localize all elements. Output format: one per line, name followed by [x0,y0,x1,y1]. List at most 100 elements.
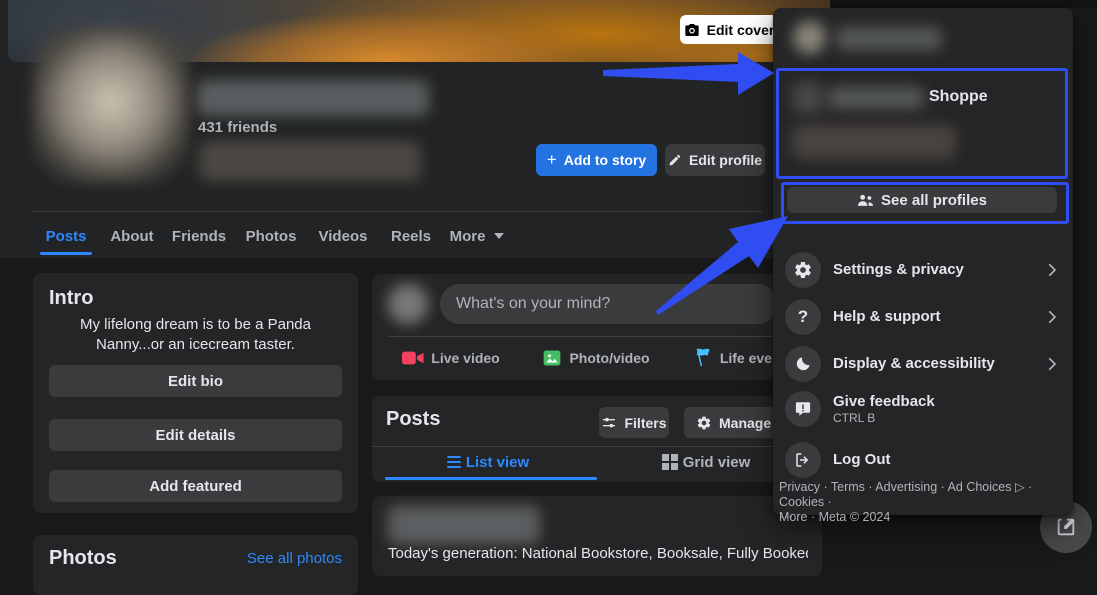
moon-icon [785,346,821,382]
legal-footer[interactable]: Privacy · Terms · Advertising · Ad Choic… [779,480,1065,525]
live-video-button[interactable]: Live video [396,344,506,372]
legal-footer-line2[interactable]: More · Meta © 2024 [779,510,1065,525]
tab-posts-underline [40,252,92,255]
gear-icon [785,252,821,288]
tab-about-label: About [110,228,153,245]
profile-row-secondary[interactable] [783,120,1061,164]
post-text: Today's generation: National Bookstore, … [388,545,808,562]
menu-item-help[interactable]: ? Help & support [773,293,1073,340]
menu-item-help-label: Help & support [833,308,1031,325]
top-right-strip [830,0,1097,8]
account-menu: Shoppe See all profiles Settings & priva… [773,8,1073,515]
tab-photos-label: Photos [246,228,297,245]
profile-picture[interactable] [33,28,189,183]
menu-item-settings[interactable]: Settings & privacy [773,246,1073,293]
tab-reels-label: Reels [391,228,431,245]
composer-card: What's on your mind? Live video Photo/vi… [372,274,822,380]
posts-toolbar-card: Posts Filters Manage List view Grid view [372,396,822,482]
status-input[interactable]: What's on your mind? [440,284,778,324]
tab-photos[interactable]: Photos [240,218,302,254]
tab-friends[interactable]: Friends [168,218,230,254]
secondary-profile-redacted [792,125,956,159]
filters-icon [601,415,617,431]
menu-item-display-label: Display & accessibility [833,355,1031,372]
intro-title: Intro [49,287,93,310]
question-glyph: ? [798,307,808,327]
chevron-down-icon [494,233,504,239]
add-featured-button[interactable]: Add featured [49,470,342,502]
see-all-profiles-button[interactable]: See all profiles [787,187,1057,213]
edit-details-button[interactable]: Edit details [49,419,342,451]
header-divider [33,211,762,212]
tab-friends-label: Friends [172,228,226,245]
list-view-icon [447,456,461,468]
tab-list-view[interactable]: List view [382,447,594,477]
friend-avatars-redacted [199,141,421,181]
photo-video-button[interactable]: Photo/video [534,344,658,372]
plus-icon: + [547,150,557,170]
tab-reels[interactable]: Reels [384,218,438,254]
filters-label: Filters [624,415,666,431]
status-placeholder: What's on your mind? [456,295,610,313]
edit-profile-label: Edit profile [689,152,762,168]
edit-details-label: Edit details [155,427,235,444]
photos-card: Photos See all photos [33,535,358,595]
live-video-icon [402,349,424,367]
logout-icon [785,442,821,478]
photo-icon [542,348,562,368]
menu-item-logout[interactable]: Log Out [773,436,1073,483]
menu-item-logout-label: Log Out [833,451,1061,468]
menu-item-settings-label: Settings & privacy [833,261,1031,278]
tab-posts[interactable]: Posts [40,218,92,254]
current-profile-row[interactable] [783,16,1061,62]
tab-videos[interactable]: Videos [312,218,374,254]
filters-button[interactable]: Filters [599,407,669,438]
current-profile-name-redacted [836,27,942,50]
profile-row-shoppe[interactable]: Shoppe [783,74,1061,120]
manage-posts-label: Manage [719,415,771,431]
photo-video-label: Photo/video [569,350,649,366]
shoppe-name-suffix: Shoppe [929,88,988,106]
tab-more[interactable]: More [444,218,510,254]
menu-item-display[interactable]: Display & accessibility [773,340,1073,387]
add-to-story-button[interactable]: + Add to story [536,144,657,176]
chevron-right-icon [1043,355,1061,373]
grid-view-label: Grid view [683,454,751,471]
legal-footer-line1[interactable]: Privacy · Terms · Advertising · Ad Choic… [779,480,1065,510]
intro-card: Intro My lifelong dream is to be a Panda… [33,273,358,513]
post-author-redacted [388,506,540,544]
edit-cover-button[interactable]: Edit cover [680,15,778,44]
flag-icon [693,347,713,369]
posts-title: Posts [386,408,440,431]
profile-name-redacted [197,80,429,116]
chevron-right-icon [1043,308,1061,326]
profiles-icon [857,193,874,208]
see-all-profiles-label: See all profiles [881,192,987,209]
edit-profile-button[interactable]: Edit profile [665,144,765,176]
pencil-icon [668,153,682,167]
composer-avatar[interactable] [388,284,428,324]
intro-bio: My lifelong dream is to be a Panda Nanny… [49,315,342,355]
shoppe-avatar-redacted [792,82,823,113]
current-profile-avatar-redacted [793,21,826,54]
friends-count[interactable]: 431 friends [198,119,277,136]
feedback-icon [785,391,821,427]
list-view-underline [385,477,597,480]
edit-cover-label: Edit cover [707,22,775,38]
live-video-label: Live video [431,350,499,366]
list-view-label: List view [466,454,529,471]
grid-view-icon [662,454,678,470]
menu-item-feedback-shortcut: CTRL B [833,411,1061,425]
tab-about[interactable]: About [104,218,160,254]
edit-bio-label: Edit bio [168,373,223,390]
menu-item-feedback-label: Give feedback [833,393,1061,410]
menu-item-feedback[interactable]: Give feedback CTRL B [773,384,1073,434]
edit-bio-button[interactable]: Edit bio [49,365,342,397]
gear-icon [696,415,712,431]
add-featured-label: Add featured [149,478,242,495]
tab-more-label: More [450,228,486,245]
question-icon: ? [785,299,821,335]
camera-icon [684,22,700,38]
tab-videos-label: Videos [319,228,368,245]
shoppe-name-redacted [828,87,924,109]
